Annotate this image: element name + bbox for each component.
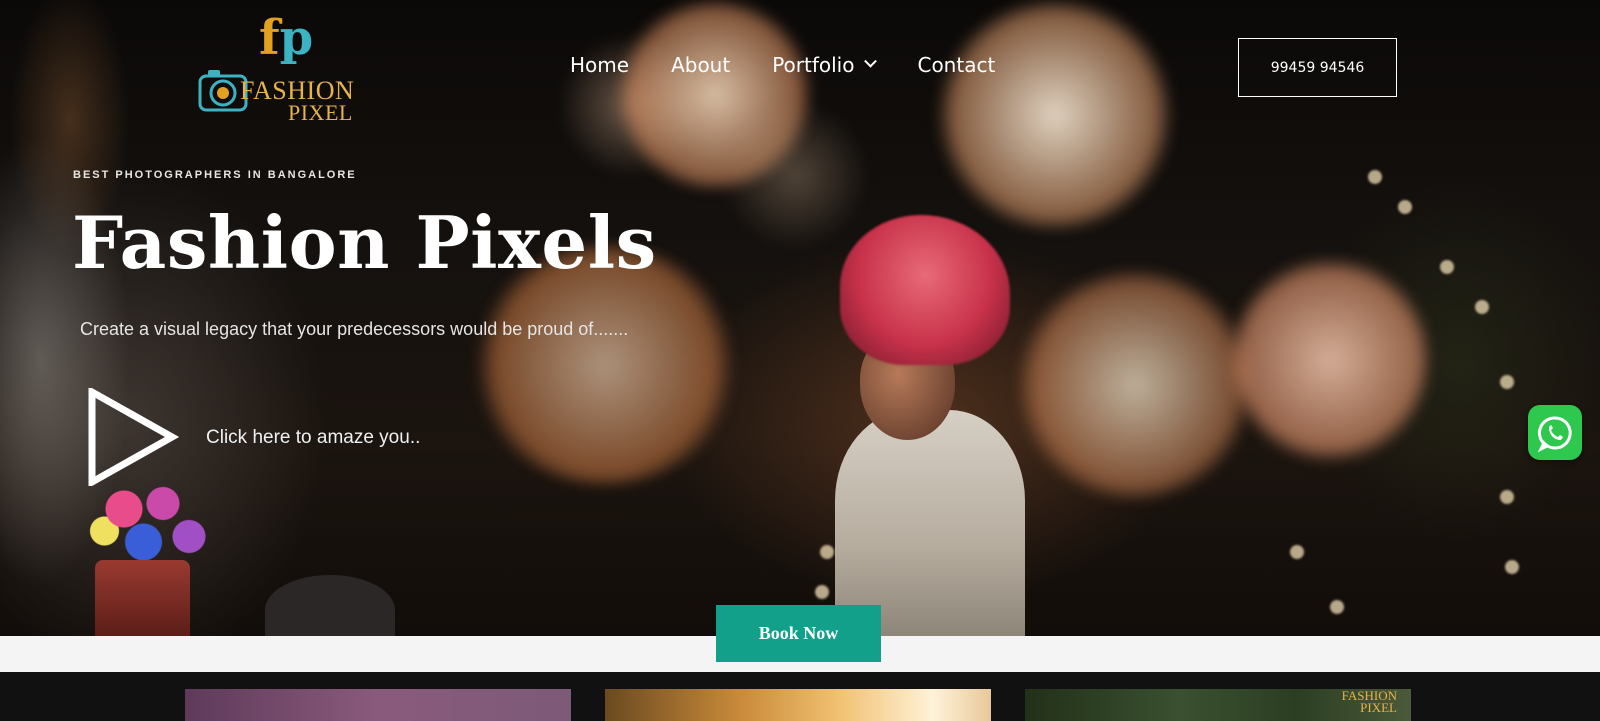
gallery-thumbnail[interactable]: FASHION PIXEL	[1025, 689, 1411, 721]
string-light	[1475, 300, 1489, 314]
hero-eyebrow: BEST PHOTOGRAPHERS IN BANGALORE	[73, 169, 357, 181]
nav-portfolio[interactable]: Portfolio	[772, 53, 878, 77]
play-video-link[interactable]: Click here to amaze you..	[206, 427, 420, 449]
bokeh-light	[1015, 270, 1255, 500]
string-light	[1368, 170, 1382, 184]
string-light	[1398, 200, 1412, 214]
string-light	[1500, 490, 1514, 504]
thumbnail-watermark: FASHION PIXEL	[1342, 689, 1397, 715]
background-person	[265, 575, 395, 636]
book-now-button[interactable]: Book Now	[716, 605, 881, 662]
bokeh-light	[935, 0, 1175, 230]
phone-button[interactable]: 99459 94546	[1238, 38, 1397, 97]
play-video-button[interactable]	[86, 386, 180, 488]
logo-monogram: fp	[259, 14, 313, 62]
flower-pot	[95, 560, 190, 636]
string-light	[820, 545, 834, 559]
watermark-word-pixel: PIXEL	[1360, 700, 1397, 715]
groom-figure	[835, 410, 1025, 636]
logo-word-pixel: PIXEL	[288, 100, 353, 125]
gallery-thumbnail[interactable]	[185, 689, 571, 721]
string-light	[1440, 260, 1454, 274]
string-light	[1330, 600, 1344, 614]
nav-home-label: Home	[570, 53, 630, 77]
nav-portfolio-label: Portfolio	[772, 53, 855, 77]
site-logo[interactable]: fp FASHION PIXEL	[196, 12, 356, 125]
groom-turban	[840, 215, 1010, 365]
logo-letter-p: p	[279, 10, 314, 66]
hero-title: Fashion Pixels	[72, 200, 657, 285]
whatsapp-icon	[1537, 415, 1572, 452]
main-nav: Home About Portfolio Contact	[570, 53, 1037, 77]
string-light	[815, 585, 829, 599]
hero-subtitle: Create a visual legacy that your predece…	[80, 319, 629, 339]
nav-home[interactable]: Home	[570, 53, 629, 77]
chevron-down-icon	[864, 54, 878, 68]
nav-contact-label: Contact	[917, 53, 996, 77]
string-light	[1505, 560, 1519, 574]
play-icon	[88, 386, 180, 488]
string-light	[1500, 375, 1514, 389]
gallery-thumbnail[interactable]	[605, 689, 991, 721]
nav-about[interactable]: About	[671, 53, 730, 77]
bokeh-light	[1230, 255, 1430, 465]
logo-letter-f: f	[259, 10, 280, 66]
whatsapp-button[interactable]	[1528, 405, 1582, 460]
bokeh-light	[720, 100, 870, 250]
nav-about-label: About	[671, 53, 731, 77]
nav-contact[interactable]: Contact	[917, 53, 995, 77]
string-light	[1290, 545, 1304, 559]
